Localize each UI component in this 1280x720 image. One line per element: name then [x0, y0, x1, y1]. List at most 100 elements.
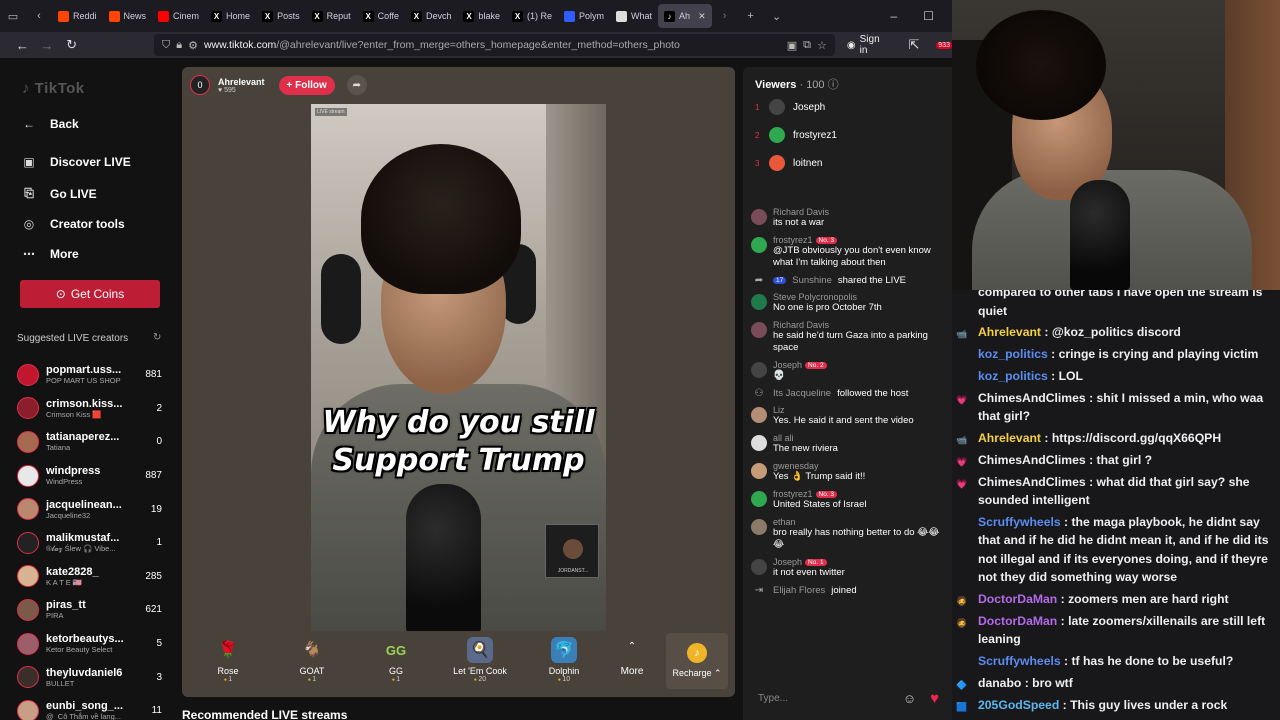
gift-item[interactable]: 🍳 Let 'Em Cook ● 20 [438, 633, 522, 683]
address-bar[interactable]: ⛉ 🔒︎ ⚙ www.tiktok.com/@ahrelevant/live?e… [153, 34, 835, 56]
browser-tab[interactable]: Reddi [52, 4, 103, 28]
chat-username[interactable]: Ahrelevant [978, 325, 1041, 339]
chat-username[interactable]: koz_politics [978, 369, 1048, 383]
browser-tab[interactable]: X (1) Re [506, 4, 558, 28]
event-username[interactable]: Elijah Flores [773, 585, 825, 596]
tiktok-logo[interactable]: ♪ TikTok [22, 80, 85, 97]
tab-overview-icon[interactable]: ▭ [0, 10, 26, 23]
gift-item[interactable]: 🐐 GOAT ● 1 [270, 633, 354, 683]
refresh-icon[interactable]: ↻ [153, 332, 161, 343]
guest-pip-video[interactable]: JORDANST... [545, 524, 599, 578]
live-video[interactable]: LIVE stream Why do you still Support Tru… [311, 104, 606, 631]
chat-username[interactable]: 205GodSpeed [978, 698, 1059, 712]
chat-input[interactable]: Type... ☺ ♥ [751, 684, 946, 712]
chat-username[interactable]: ChimesAndClimes [978, 391, 1086, 405]
permissions-icon[interactable]: ⚙ [188, 39, 198, 52]
avatar[interactable] [17, 464, 39, 487]
message-username[interactable]: all ali [773, 433, 794, 443]
top-viewer-item[interactable]: 3 loitnen [755, 155, 822, 171]
extensions-icon[interactable]: ⇱ [902, 37, 927, 53]
bookmark-star-icon[interactable]: ☆ [817, 39, 827, 52]
picture-in-picture-icon[interactable]: ⧉ [803, 39, 811, 52]
browser-tab[interactable]: X Posts [256, 4, 306, 28]
avatar[interactable] [17, 632, 39, 655]
emoji-icon[interactable]: ☺ [903, 691, 916, 706]
message-username[interactable]: Joseph [773, 360, 802, 370]
avatar[interactable] [17, 598, 39, 621]
maximize-icon[interactable]: ☐ [923, 9, 934, 23]
avatar[interactable] [17, 699, 39, 720]
sidebar-item-go-live[interactable]: ⎘ Go LIVE [22, 186, 96, 201]
browser-tab[interactable]: Polym [558, 4, 610, 28]
get-coins-button[interactable]: ⊙ Get Coins [20, 280, 160, 308]
avatar[interactable] [751, 491, 767, 507]
avatar[interactable] [769, 127, 785, 143]
browser-tab[interactable]: What [610, 4, 658, 28]
message-username[interactable]: frostyrez1 [773, 489, 813, 499]
lock-icon[interactable]: 🔒︎ [176, 39, 182, 52]
avatar[interactable] [751, 463, 767, 479]
recharge-button[interactable]: ♪ Recharge ⌃ [666, 633, 728, 689]
message-username[interactable]: Steve Polycronopolis [773, 292, 857, 302]
avatar[interactable] [769, 99, 785, 115]
avatar[interactable] [751, 294, 767, 310]
new-tab-icon[interactable]: + [738, 10, 764, 22]
shield-icon[interactable]: ⛉ [162, 39, 170, 52]
reload-icon[interactable]: ↻ [59, 37, 84, 53]
chat-username[interactable]: Ahrelevant [978, 431, 1041, 445]
follow-button[interactable]: + Follow [278, 75, 335, 95]
avatar[interactable] [17, 565, 39, 588]
message-username[interactable]: gwenesday [773, 461, 819, 471]
top-viewer-item[interactable]: 2 frostyrez1 [755, 127, 837, 143]
host-avatar[interactable]: 0 [190, 75, 210, 95]
avatar[interactable] [17, 430, 39, 453]
back-arrow-icon[interactable]: ← [10, 38, 35, 53]
suggested-creator-item[interactable]: piras_tt PIRA 621 [17, 593, 167, 627]
chat-username[interactable]: Scruffywheels [978, 515, 1061, 529]
chat-username[interactable]: DoctorDaMan [978, 614, 1057, 628]
forward-arrow-icon[interactable]: → [35, 38, 60, 53]
message-username[interactable]: Liz [773, 405, 785, 415]
chat-username[interactable]: ChimesAndClimes [978, 475, 1086, 489]
avatar[interactable] [17, 397, 39, 420]
suggested-creator-item[interactable]: kate2828_ K A T E 🇺🇸 285 [17, 560, 167, 594]
browser-tab[interactable]: Cinem [152, 4, 205, 28]
event-username[interactable]: Sunshine [792, 275, 832, 286]
avatar[interactable] [751, 237, 767, 253]
close-tab-icon[interactable]: ✕ [698, 11, 706, 22]
sidebar-item-creator-tools[interactable]: ◎ Creator tools [22, 217, 125, 231]
sidebar-item-more[interactable]: ⋯ More [22, 247, 79, 261]
viewers-header[interactable]: Viewers · 100 ⓘ [755, 76, 839, 92]
browser-tab[interactable]: News [103, 4, 153, 28]
browser-tab[interactable]: ♪ Ah ✕ [658, 4, 712, 28]
chat-username[interactable]: DoctorDaMan [978, 592, 1057, 606]
avatar[interactable] [17, 666, 39, 689]
browser-tab[interactable]: Xblake [457, 4, 506, 28]
avatar[interactable] [751, 519, 767, 535]
browser-tab[interactable]: X Devch [405, 4, 458, 28]
suggested-creator-item[interactable]: crimson.kiss... Crimson Kiss 🟥 2 [17, 392, 167, 426]
browser-tab[interactable]: X Reput [306, 4, 357, 28]
suggested-creator-item[interactable]: ketorbeautys... Ketor Beauty Select 5 [17, 627, 167, 661]
tab-list-dropdown-icon[interactable]: ⌄ [764, 10, 790, 23]
avatar[interactable] [751, 435, 767, 451]
avatar[interactable] [751, 407, 767, 423]
message-username[interactable]: ethan [773, 517, 796, 527]
avatar[interactable] [17, 363, 39, 386]
suggested-creator-item[interactable]: tatianaperez... Tatiana 0 [17, 425, 167, 459]
avatar[interactable] [751, 362, 767, 378]
like-heart-icon[interactable]: ♥ [930, 690, 939, 707]
notification-badge[interactable]: 933 [936, 41, 952, 49]
sidebar-item-back[interactable]: ← Back [22, 117, 79, 131]
minimize-icon[interactable]: – [891, 9, 898, 23]
browser-tab[interactable]: X Coffe [357, 4, 405, 28]
host-name[interactable]: Ahrelevant [218, 77, 265, 87]
tabs-forward-icon[interactable]: › [712, 10, 738, 22]
message-username[interactable]: Joseph [773, 557, 802, 567]
sidebar-item-discover-live[interactable]: ▣ Discover LIVE [22, 155, 130, 169]
more-gifts-button[interactable]: ⌃ More [606, 633, 658, 677]
chat-username[interactable]: ChimesAndClimes [978, 453, 1086, 467]
avatar[interactable] [17, 531, 39, 554]
suggested-creator-item[interactable]: malikmustaf... ®𝓵𝓪𝔃 Ślew 🎧 Vibe... 1 [17, 526, 167, 560]
suggested-creator-item[interactable]: windpress WindPress 887 [17, 459, 167, 493]
